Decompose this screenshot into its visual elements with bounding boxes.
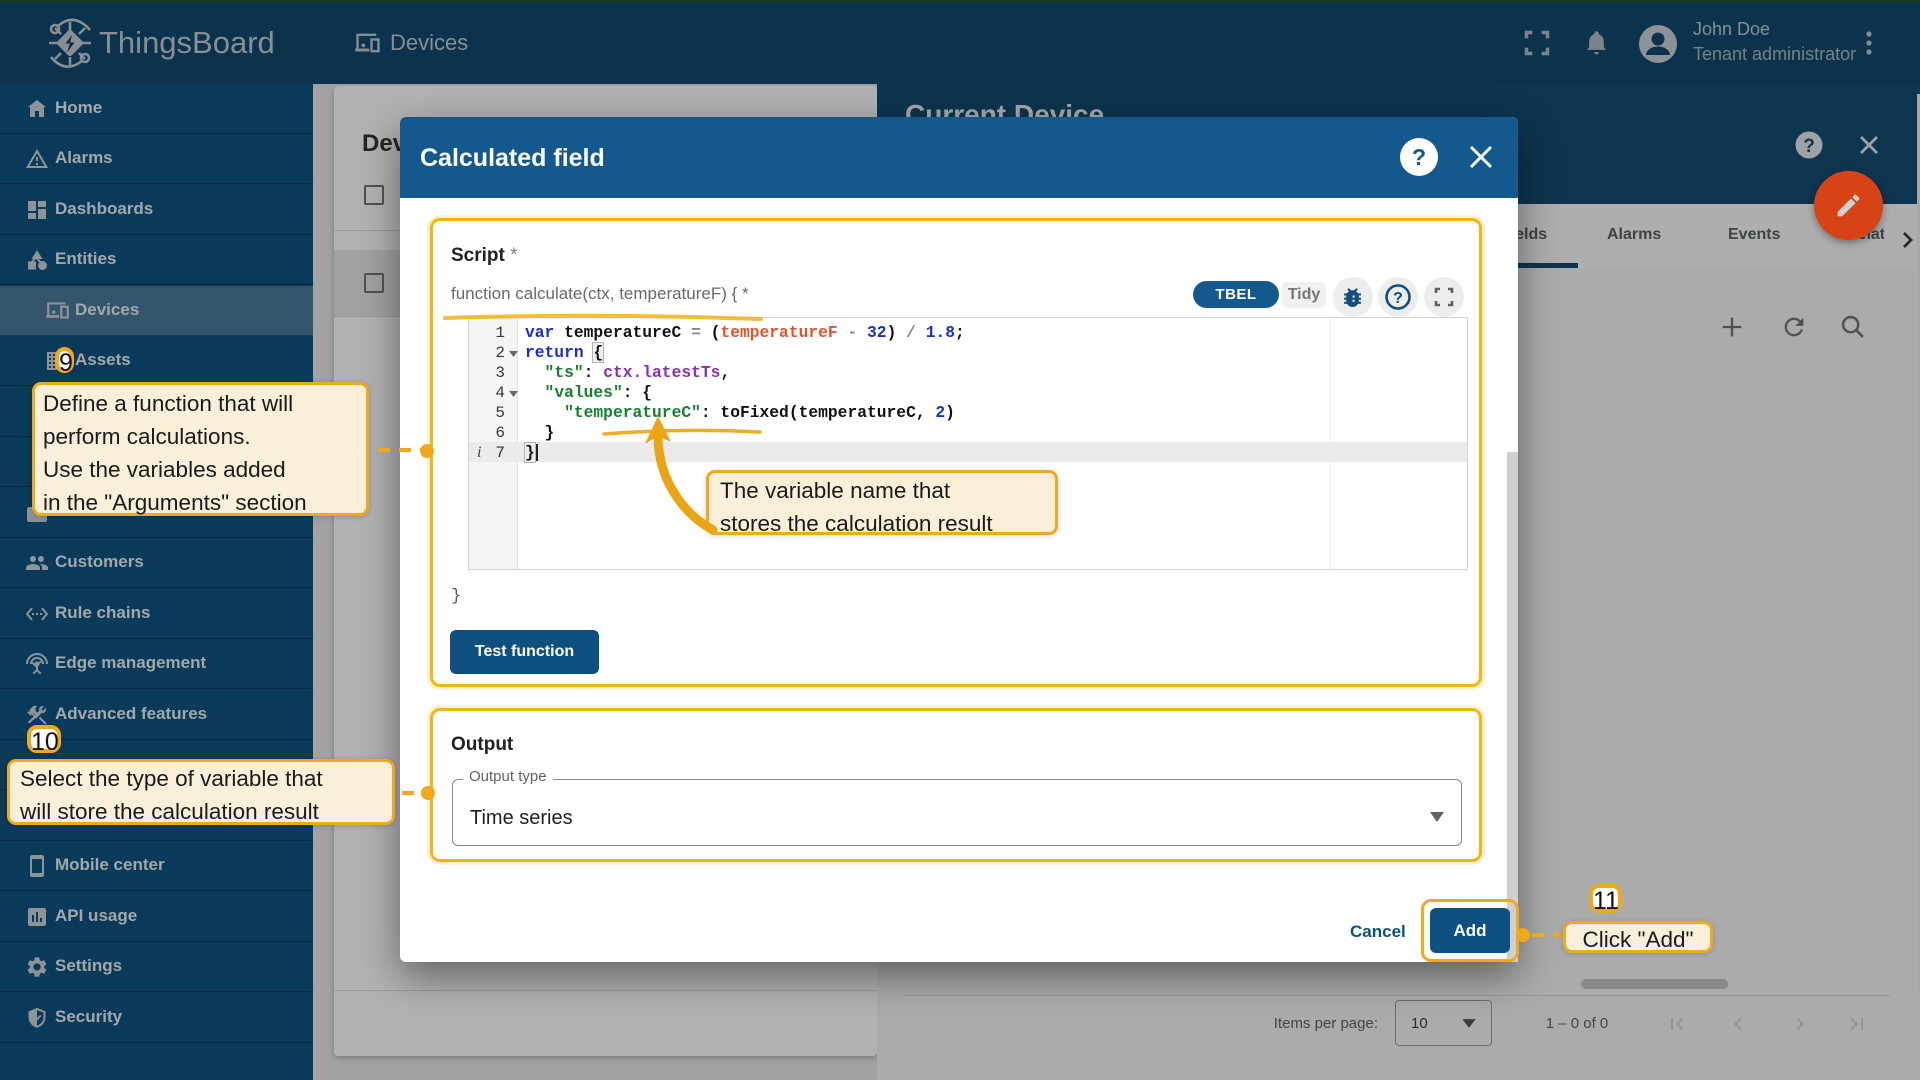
svg-text:?: ? xyxy=(1393,290,1403,307)
svg-text:?: ? xyxy=(1412,144,1426,170)
